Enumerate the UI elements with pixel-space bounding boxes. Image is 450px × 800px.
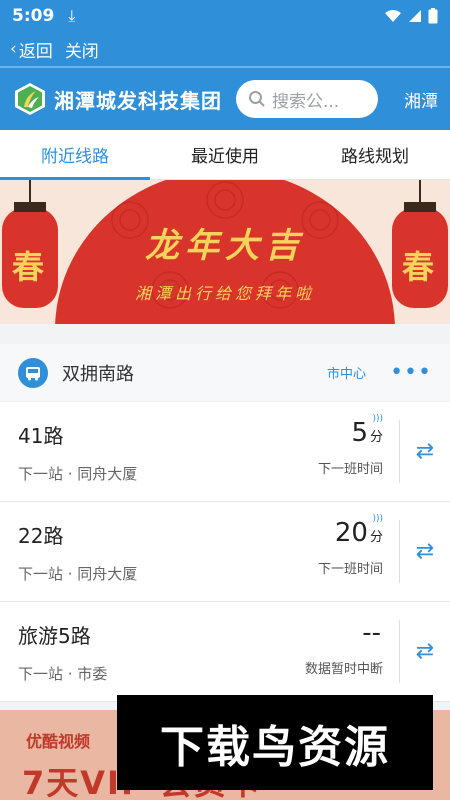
station-area: 市中心 xyxy=(327,367,367,382)
back-label: 返回 xyxy=(18,41,53,62)
route-name: 旅游5路 xyxy=(18,624,91,648)
banner-subtitle: 湘潭出行给您拜年啦 xyxy=(134,284,315,303)
route-next-stop: 下一站 · 同舟大厦 xyxy=(18,465,138,483)
search-placeholder: 搜索公... xyxy=(272,91,340,112)
arrival-minutes: -- xyxy=(362,618,381,648)
realtime-signal-icon: ))) xyxy=(372,514,383,524)
status-time: 5:09 xyxy=(12,6,55,26)
battery-icon xyxy=(428,8,438,24)
search-input[interactable]: 搜索公... xyxy=(236,80,378,118)
swap-direction-icon[interactable]: ⇄ xyxy=(400,602,450,701)
brand-name: 湘潭城发科技集团 xyxy=(54,88,222,113)
tab-planning[interactable]: 路线规划 xyxy=(300,130,450,179)
search-icon xyxy=(249,91,265,107)
route-row[interactable]: 41路 下一站 · 同舟大厦 5分 ))) 下一班时间 ⇄ xyxy=(0,402,450,502)
station-header: 双拥南路 市中心 ••• xyxy=(0,344,450,402)
tab-recent[interactable]: 最近使用 xyxy=(150,130,300,179)
arrival-label: 下一班时间 xyxy=(317,562,383,577)
tab-bar: 附近线路 最近使用 路线规划 xyxy=(0,130,450,180)
title-bar: ‹ 返回 关闭 xyxy=(0,32,450,66)
route-row[interactable]: 旅游5路 下一站 · 市委 -- 数据暂时中断 ⇄ xyxy=(0,602,450,702)
back-button[interactable]: ‹ 返回 xyxy=(10,37,53,62)
route-next-stop: 下一站 · 市委 xyxy=(18,665,108,683)
download-icon: ⤓ xyxy=(68,6,76,25)
arrival-label: 数据暂时中断 xyxy=(304,662,383,677)
route-name: 22路 xyxy=(18,524,64,548)
app-header: 湘潭城发科技集团 搜索公... 湘潭 xyxy=(0,66,450,130)
promo-banner[interactable]: 春 春 龙年大吉 湘潭出行给您拜年啦 xyxy=(0,180,450,324)
signal-icon xyxy=(409,10,421,22)
city-selector[interactable]: 湘潭 xyxy=(404,87,438,112)
tab-nearby[interactable]: 附近线路 xyxy=(0,130,150,180)
close-button[interactable]: 关闭 xyxy=(65,37,99,62)
swap-direction-icon[interactable]: ⇄ xyxy=(400,502,450,601)
arrival-minutes: 5分 ))) xyxy=(351,414,383,448)
station-name: 双拥南路 xyxy=(62,363,134,385)
chevron-left-icon: ‹ xyxy=(10,39,17,59)
status-bar: 5:09 ⤓ xyxy=(0,0,450,32)
more-options-icon[interactable]: ••• xyxy=(390,361,432,384)
route-next-stop: 下一站 · 同舟大厦 xyxy=(18,565,138,583)
route-list: 41路 下一站 · 同舟大厦 5分 ))) 下一班时间 ⇄ 22路 下一站 · … xyxy=(0,402,450,702)
company-logo xyxy=(15,83,45,115)
arrival-label: 下一班时间 xyxy=(317,462,383,477)
swap-direction-icon[interactable]: ⇄ xyxy=(400,402,450,501)
realtime-signal-icon: ))) xyxy=(372,414,383,424)
route-row[interactable]: 22路 下一站 · 同舟大厦 20 分 ))) 下一班时间 ⇄ xyxy=(0,502,450,602)
route-name: 41路 xyxy=(18,424,64,448)
banner-title: 龙年大吉 xyxy=(145,226,305,266)
arrival-minutes: 20 分 ))) xyxy=(334,514,383,548)
wifi-icon xyxy=(385,10,401,22)
watermark-overlay: 下载鸟资源 xyxy=(117,695,433,790)
ad-line1: 优酷视频 xyxy=(26,732,91,751)
bus-stop-icon xyxy=(18,357,48,388)
